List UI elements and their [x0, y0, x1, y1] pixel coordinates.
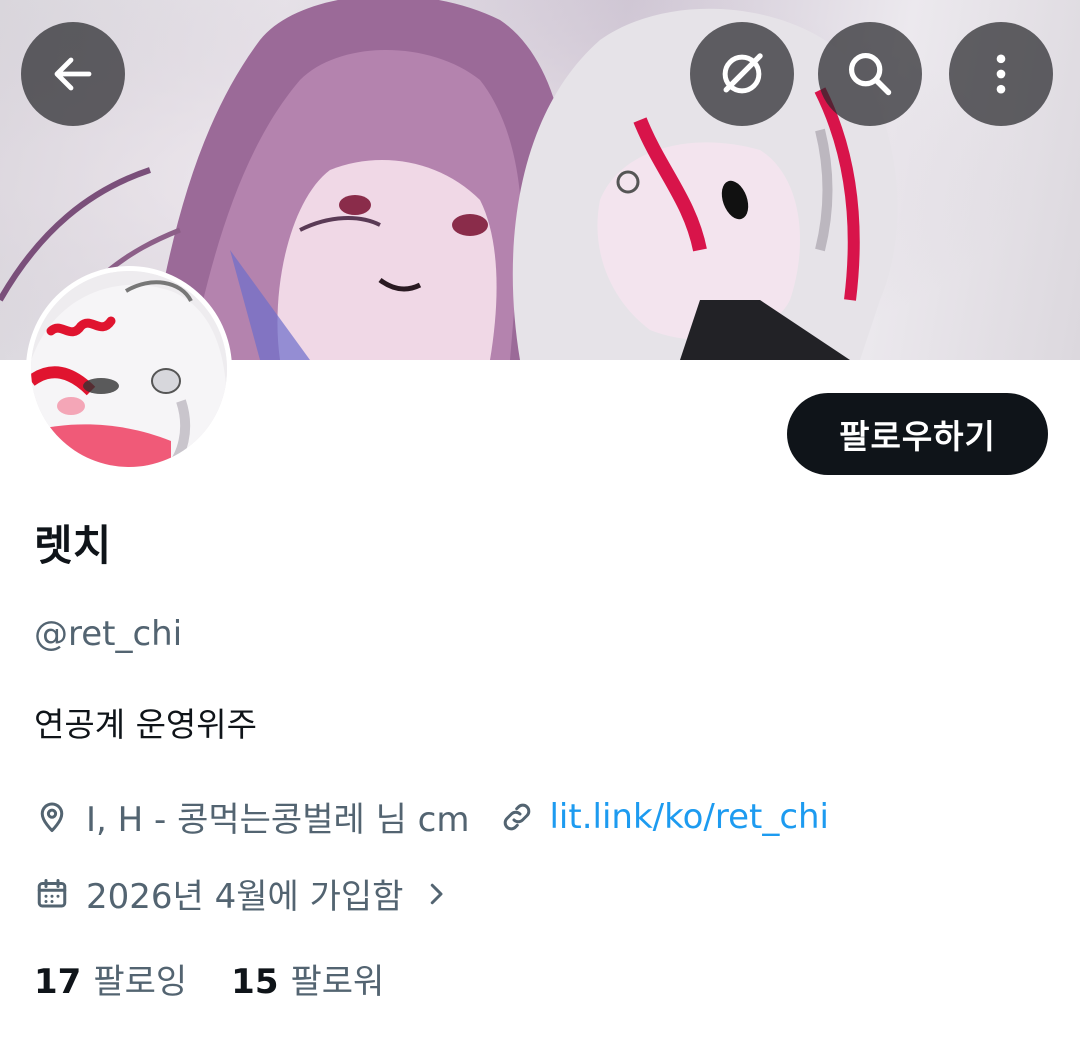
avatar[interactable] — [26, 266, 232, 472]
grok-button[interactable] — [690, 22, 794, 126]
more-button[interactable] — [949, 22, 1053, 126]
followers-label: 팔로워 — [290, 962, 385, 1002]
following-link[interactable]: 17 팔로잉 — [34, 954, 187, 1003]
following-count: 17 — [34, 962, 82, 1002]
search-button[interactable] — [818, 22, 922, 126]
location-text: I, H - 콩먹는콩벌레 님 cm — [86, 800, 470, 840]
chevron-right-icon — [431, 883, 443, 904]
user-handle: @ret_chi — [34, 614, 183, 654]
grok-icon — [722, 53, 763, 94]
follow-button[interactable]: 팔로우하기 — [787, 393, 1048, 475]
search-icon — [848, 52, 892, 96]
followers-link[interactable]: 15 팔로워 — [231, 954, 384, 1003]
following-label: 팔로잉 — [93, 962, 188, 1002]
bio: 연공계 운영위주 — [34, 705, 258, 744]
joined-row[interactable]: 2026년 4월에 가입함 — [34, 869, 451, 918]
link-icon — [504, 803, 531, 830]
website-link[interactable]: lit.link/ko/ret_chi — [549, 797, 829, 837]
more-vertical-icon — [996, 54, 1006, 94]
arrow-left-icon — [54, 57, 92, 91]
avatar-artwork — [31, 271, 227, 467]
followers-count: 15 — [231, 962, 279, 1002]
joined-date: 2026년 4월에 가입함 — [86, 877, 404, 917]
display-name: 렛치 — [34, 521, 112, 570]
calendar-icon — [37, 878, 67, 907]
back-button[interactable] — [21, 22, 125, 126]
follow-stats: 17 팔로잉 15 팔로워 — [34, 954, 384, 1003]
location-pin-icon — [40, 801, 64, 832]
profile-meta-row: I, H - 콩먹는콩벌레 님 cm lit.link/ko/ret_chi — [34, 792, 829, 841]
